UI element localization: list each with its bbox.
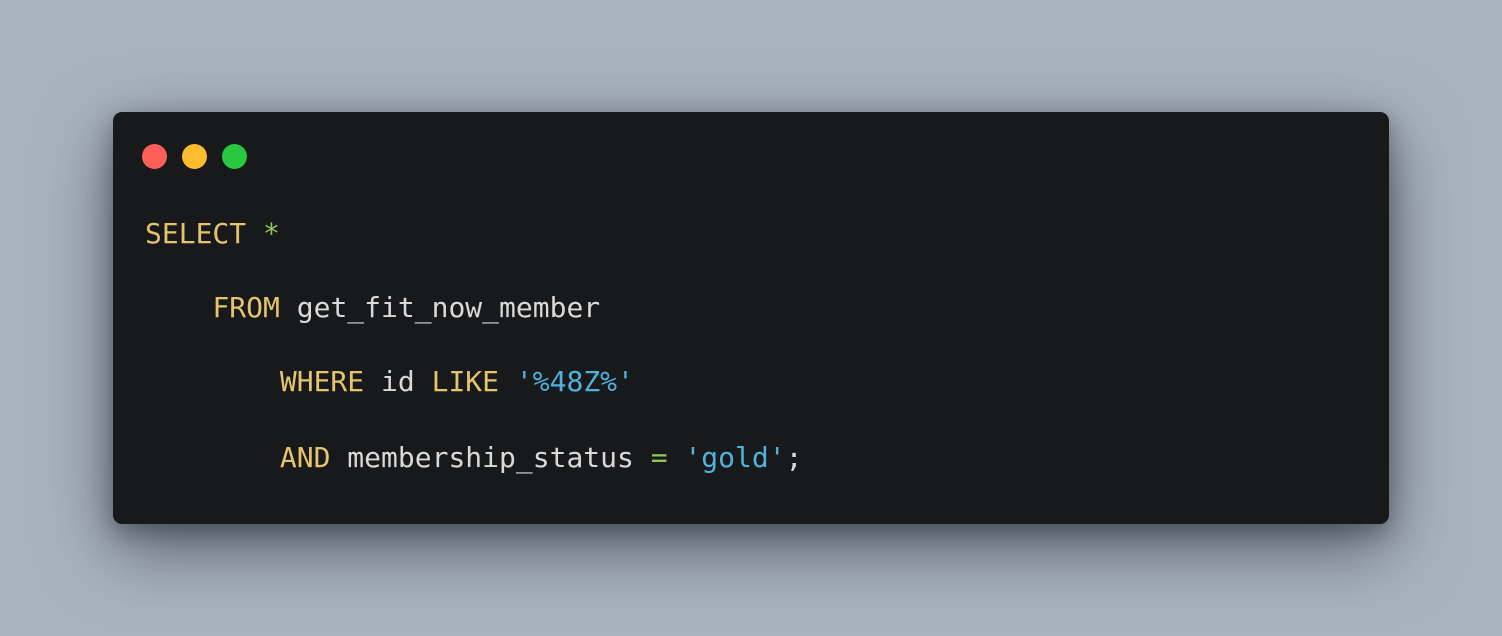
code-token-keyword: AND (279, 441, 331, 474)
code-token-operator: * (263, 217, 280, 250)
code-window: SELECT * FROM get_fit_now_member WHERE i… (113, 112, 1389, 524)
code-token-identifier: get_fit_now_member (296, 291, 601, 324)
code-token-string: '%48Z%' (515, 365, 634, 398)
code-token-operator: = (650, 441, 668, 474)
code-line: FROM get_fit_now_member (145, 294, 600, 322)
minimize-dot-icon[interactable] (182, 144, 207, 169)
code-token-punctuation: ; (785, 441, 803, 474)
code-token-string: 'gold' (684, 441, 786, 474)
maximize-dot-icon[interactable] (222, 144, 247, 169)
code-token-keyword: SELECT (145, 217, 247, 250)
code-line: AND membership_status = 'gold'; (145, 441, 803, 474)
code-line: WHERE id LIKE '%48Z%' (145, 368, 634, 396)
code-token-keyword: LIKE (431, 365, 500, 398)
code-line: SELECT * (145, 220, 280, 248)
code-token-identifier: membership_status (347, 441, 634, 474)
close-dot-icon[interactable] (142, 144, 167, 169)
code-token-identifier: id (381, 365, 415, 398)
code-token-keyword: WHERE (279, 365, 365, 398)
code-token-keyword: FROM (212, 291, 280, 324)
